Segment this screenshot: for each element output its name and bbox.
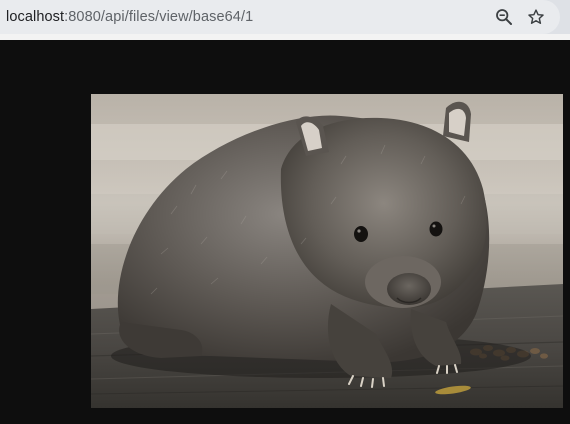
url-path: :8080/api/files/view/base64/1 bbox=[64, 9, 254, 25]
wombat-photo bbox=[91, 94, 563, 408]
url-text[interactable]: localhost:8080/api/files/view/base64/1 bbox=[6, 9, 253, 25]
address-bar[interactable]: localhost:8080/api/files/view/base64/1 bbox=[0, 0, 560, 34]
url-host: localhost bbox=[6, 9, 65, 25]
bookmark-star-icon[interactable] bbox=[526, 7, 546, 27]
page-viewport bbox=[0, 40, 570, 424]
browser-toolbar: localhost:8080/api/files/view/base64/1 bbox=[0, 0, 570, 34]
zoom-out-icon[interactable] bbox=[494, 7, 514, 27]
